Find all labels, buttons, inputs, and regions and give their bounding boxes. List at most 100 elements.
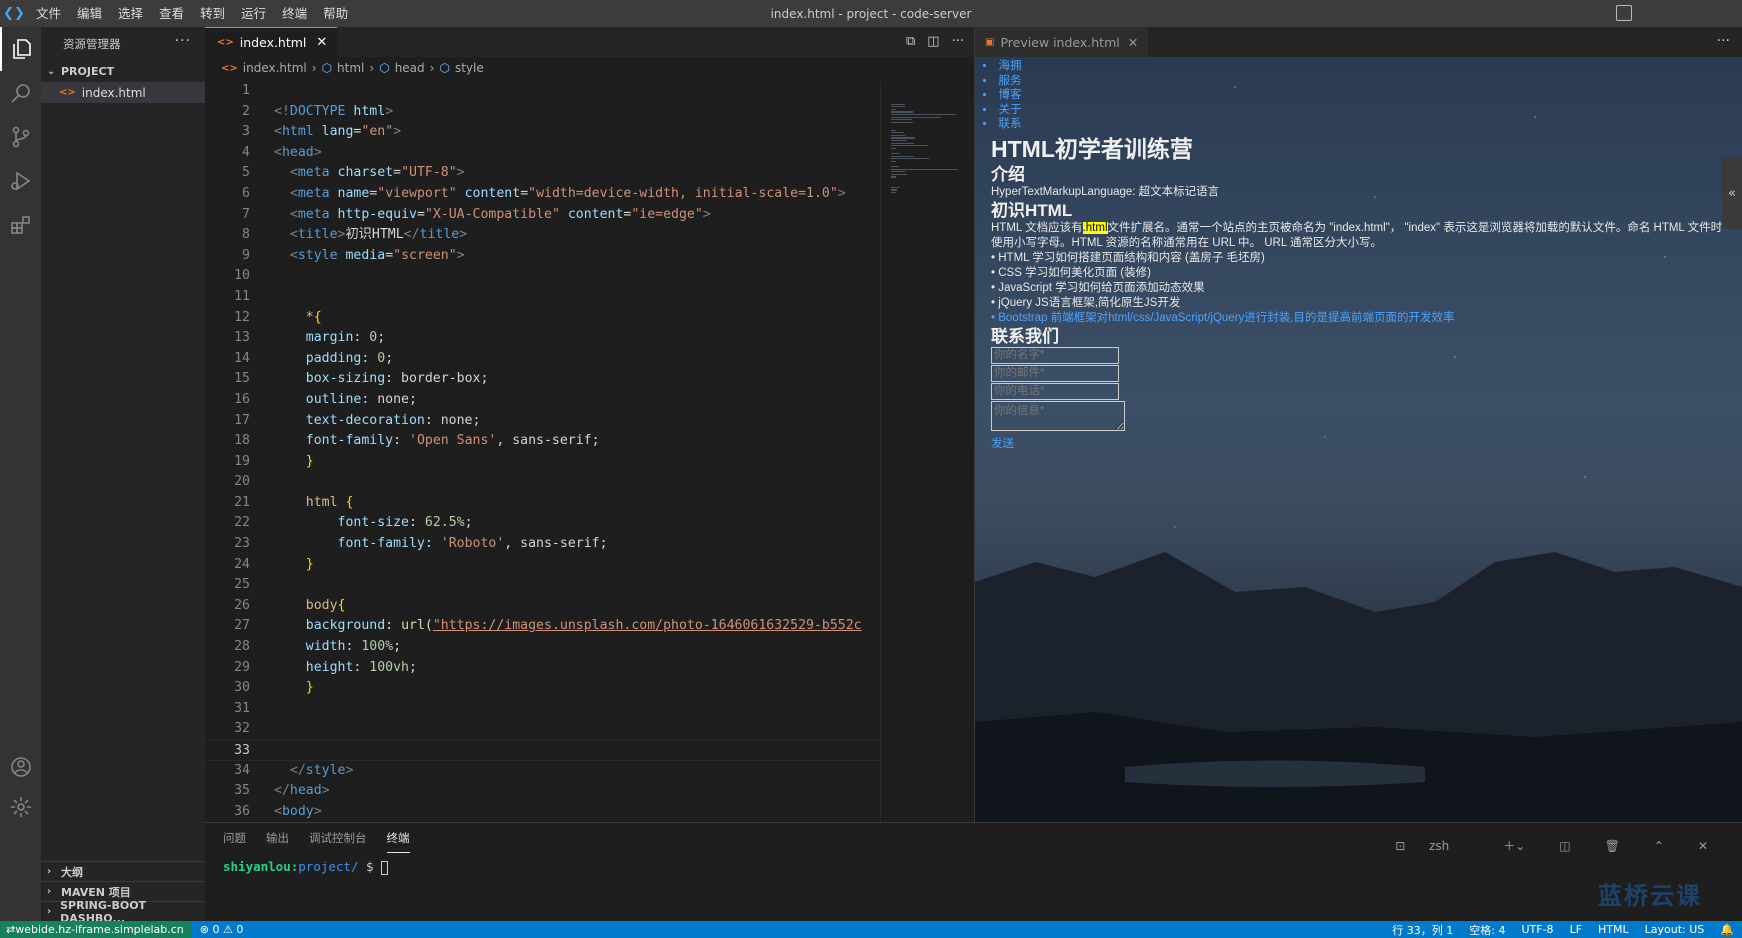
cursor-position[interactable]: 行 33，列 1 (1384, 922, 1461, 938)
name-field[interactable] (991, 346, 1119, 364)
code-line[interactable]: 20 (205, 472, 880, 493)
close-panel-icon[interactable]: ✕ (1698, 831, 1708, 861)
code-line[interactable]: 12 *{ (205, 308, 880, 329)
menu-edit[interactable]: 编辑 (69, 0, 110, 27)
code-line[interactable]: 15 box-sizing: border-box; (205, 369, 880, 390)
collapse-arrow-icon[interactable]: « (1722, 157, 1742, 229)
code-line[interactable]: 11 (205, 287, 880, 308)
code-line[interactable]: 19 } (205, 452, 880, 473)
encoding[interactable]: UTF-8 (1513, 923, 1561, 936)
code-line[interactable]: 22 font-size: 62.5%; (205, 513, 880, 534)
indentation[interactable]: 空格: 4 (1461, 922, 1513, 938)
gear-icon[interactable] (0, 785, 41, 829)
code-line[interactable]: 25 (205, 575, 880, 596)
problems-status[interactable]: ⊗ 0 ⚠ 0 (192, 923, 252, 936)
menu-go[interactable]: 转到 (192, 0, 233, 27)
code-line[interactable]: 7 <meta http-equiv="X-UA-Compatible" con… (205, 205, 880, 226)
tab-preview[interactable]: ▣ Preview index.html ✕ (975, 27, 1149, 57)
code-line[interactable]: 5 <meta charset="UTF-8"> (205, 163, 880, 184)
outline-section[interactable]: › 大纲 (41, 861, 205, 881)
code-line[interactable]: 3 <html lang="en"> (205, 122, 880, 143)
minimap[interactable] (880, 81, 974, 822)
layout-toggle-icon[interactable] (1616, 5, 1632, 21)
code-line[interactable]: 9 <style media="screen"> (205, 246, 880, 267)
tab-problems[interactable]: 问题 (223, 823, 246, 853)
split-editor-icon[interactable]: ◫ (927, 34, 939, 49)
tab-debug-console[interactable]: 调试控制台 (309, 823, 367, 853)
run-debug-icon[interactable] (0, 159, 41, 203)
keyboard-layout[interactable]: Layout: US (1637, 923, 1713, 936)
breadcrumb-file[interactable]: index.html (243, 61, 307, 75)
account-icon[interactable] (0, 745, 41, 789)
search-icon[interactable] (0, 71, 41, 115)
spring-boot-section[interactable]: › SPRING-BOOT DASHBO... (41, 899, 205, 925)
nav-link[interactable]: 海拥 (983, 59, 1731, 74)
split-terminal-icon[interactable]: ◫ (1559, 831, 1570, 861)
menu-selection[interactable]: 选择 (110, 0, 151, 27)
list-item-link[interactable]: Bootstrap 前端框架对html/css/JavaScript/jQuer… (991, 311, 1731, 326)
code-line[interactable]: 36 <body> (205, 802, 880, 822)
menu-view[interactable]: 查看 (151, 0, 192, 27)
nav-link[interactable]: 服务 (983, 74, 1731, 89)
source-control-icon[interactable] (0, 115, 41, 159)
code-line[interactable]: 18 font-family: 'Open Sans', sans-serif; (205, 431, 880, 452)
send-link[interactable]: 发送 (991, 435, 1731, 451)
code-line[interactable]: 17 text-decoration: none; (205, 411, 880, 432)
extensions-icon[interactable] (0, 203, 41, 247)
breadcrumb-style[interactable]: style (455, 61, 484, 75)
terminal-shell-selector[interactable]: ⊡ zsh (1395, 831, 1469, 861)
code-line[interactable]: 21 html { (205, 493, 880, 514)
phone-field[interactable] (991, 382, 1119, 400)
nav-link[interactable]: 博客 (983, 88, 1731, 103)
code-line[interactable]: 23 font-family: 'Roboto', sans-serif; (205, 534, 880, 555)
code-line[interactable]: 29 height: 100vh; (205, 658, 880, 679)
code-line[interactable]: 33 (205, 740, 880, 761)
code-line[interactable]: 10 (205, 266, 880, 287)
email-field[interactable] (991, 364, 1119, 382)
message-field[interactable] (991, 400, 1125, 431)
code-line[interactable]: 35 </head> (205, 781, 880, 802)
project-section[interactable]: ⌄ PROJECT (41, 60, 205, 82)
bell-icon[interactable]: 🔔 (1712, 923, 1742, 936)
terminal-output[interactable]: shiyanlou:project/ $ (205, 859, 1742, 875)
maximize-panel-icon[interactable]: ⌃ (1654, 831, 1664, 861)
code-line[interactable]: 6 <meta name="viewport" content="width=d… (205, 184, 880, 205)
tab-index-html[interactable]: <> index.html ✕ (205, 27, 338, 57)
menu-help[interactable]: 帮助 (315, 0, 356, 27)
trash-icon[interactable]: 🗑 (1605, 831, 1620, 861)
code-line[interactable]: 28 width: 100%; (205, 637, 880, 658)
code-line[interactable]: 27 background: url("https://images.unspl… (205, 616, 880, 637)
code-line[interactable]: 31 (205, 699, 880, 720)
close-icon[interactable]: ✕ (1128, 35, 1138, 50)
code-line[interactable]: 2 <!DOCTYPE html> (205, 102, 880, 123)
code-line[interactable]: 4 <head> (205, 143, 880, 164)
remote-indicator[interactable]: ⇄ webide.hz-iframe.simplelab.cn (0, 921, 192, 938)
open-preview-icon[interactable]: ⧉ (906, 34, 915, 49)
code-line[interactable]: 26 body{ (205, 596, 880, 617)
more-actions-icon[interactable]: ··· (175, 33, 191, 49)
code-line[interactable]: 34 </style> (205, 761, 880, 782)
code-line[interactable]: 13 margin: 0; (205, 328, 880, 349)
code-line[interactable]: 30 } (205, 678, 880, 699)
code-line[interactable]: 14 padding: 0; (205, 349, 880, 370)
file-item-index-html[interactable]: <> index.html (41, 82, 205, 103)
close-icon[interactable]: ✕ (316, 35, 327, 50)
language-mode[interactable]: HTML (1590, 923, 1637, 936)
menu-file[interactable]: 文件 (28, 0, 69, 27)
code-area[interactable]: 1 2 <!DOCTYPE html> 3 <html lang="en"> 4 <head… (205, 81, 880, 822)
code-line[interactable]: 1 (205, 81, 880, 102)
tab-terminal[interactable]: 终端 (386, 823, 410, 853)
vscode-logo-icon[interactable]: ❮❯ (0, 0, 28, 27)
more-actions-icon[interactable]: ··· (952, 34, 964, 49)
nav-link[interactable]: 联系 (983, 117, 1731, 132)
breadcrumb-html[interactable]: html (337, 61, 364, 75)
code-line[interactable]: 24 } (205, 555, 880, 576)
add-terminal-icon[interactable]: ＋⌄ (1503, 831, 1525, 861)
code-line[interactable]: 32 (205, 719, 880, 740)
code-line[interactable]: 8 <title>初识HTML</title> (205, 225, 880, 246)
code-line[interactable]: 16 outline: none; (205, 390, 880, 411)
nav-link[interactable]: 关于 (983, 103, 1731, 118)
menu-terminal[interactable]: 终端 (274, 0, 315, 27)
explorer-icon[interactable] (0, 27, 41, 71)
breadcrumb-head[interactable]: head (395, 61, 425, 75)
